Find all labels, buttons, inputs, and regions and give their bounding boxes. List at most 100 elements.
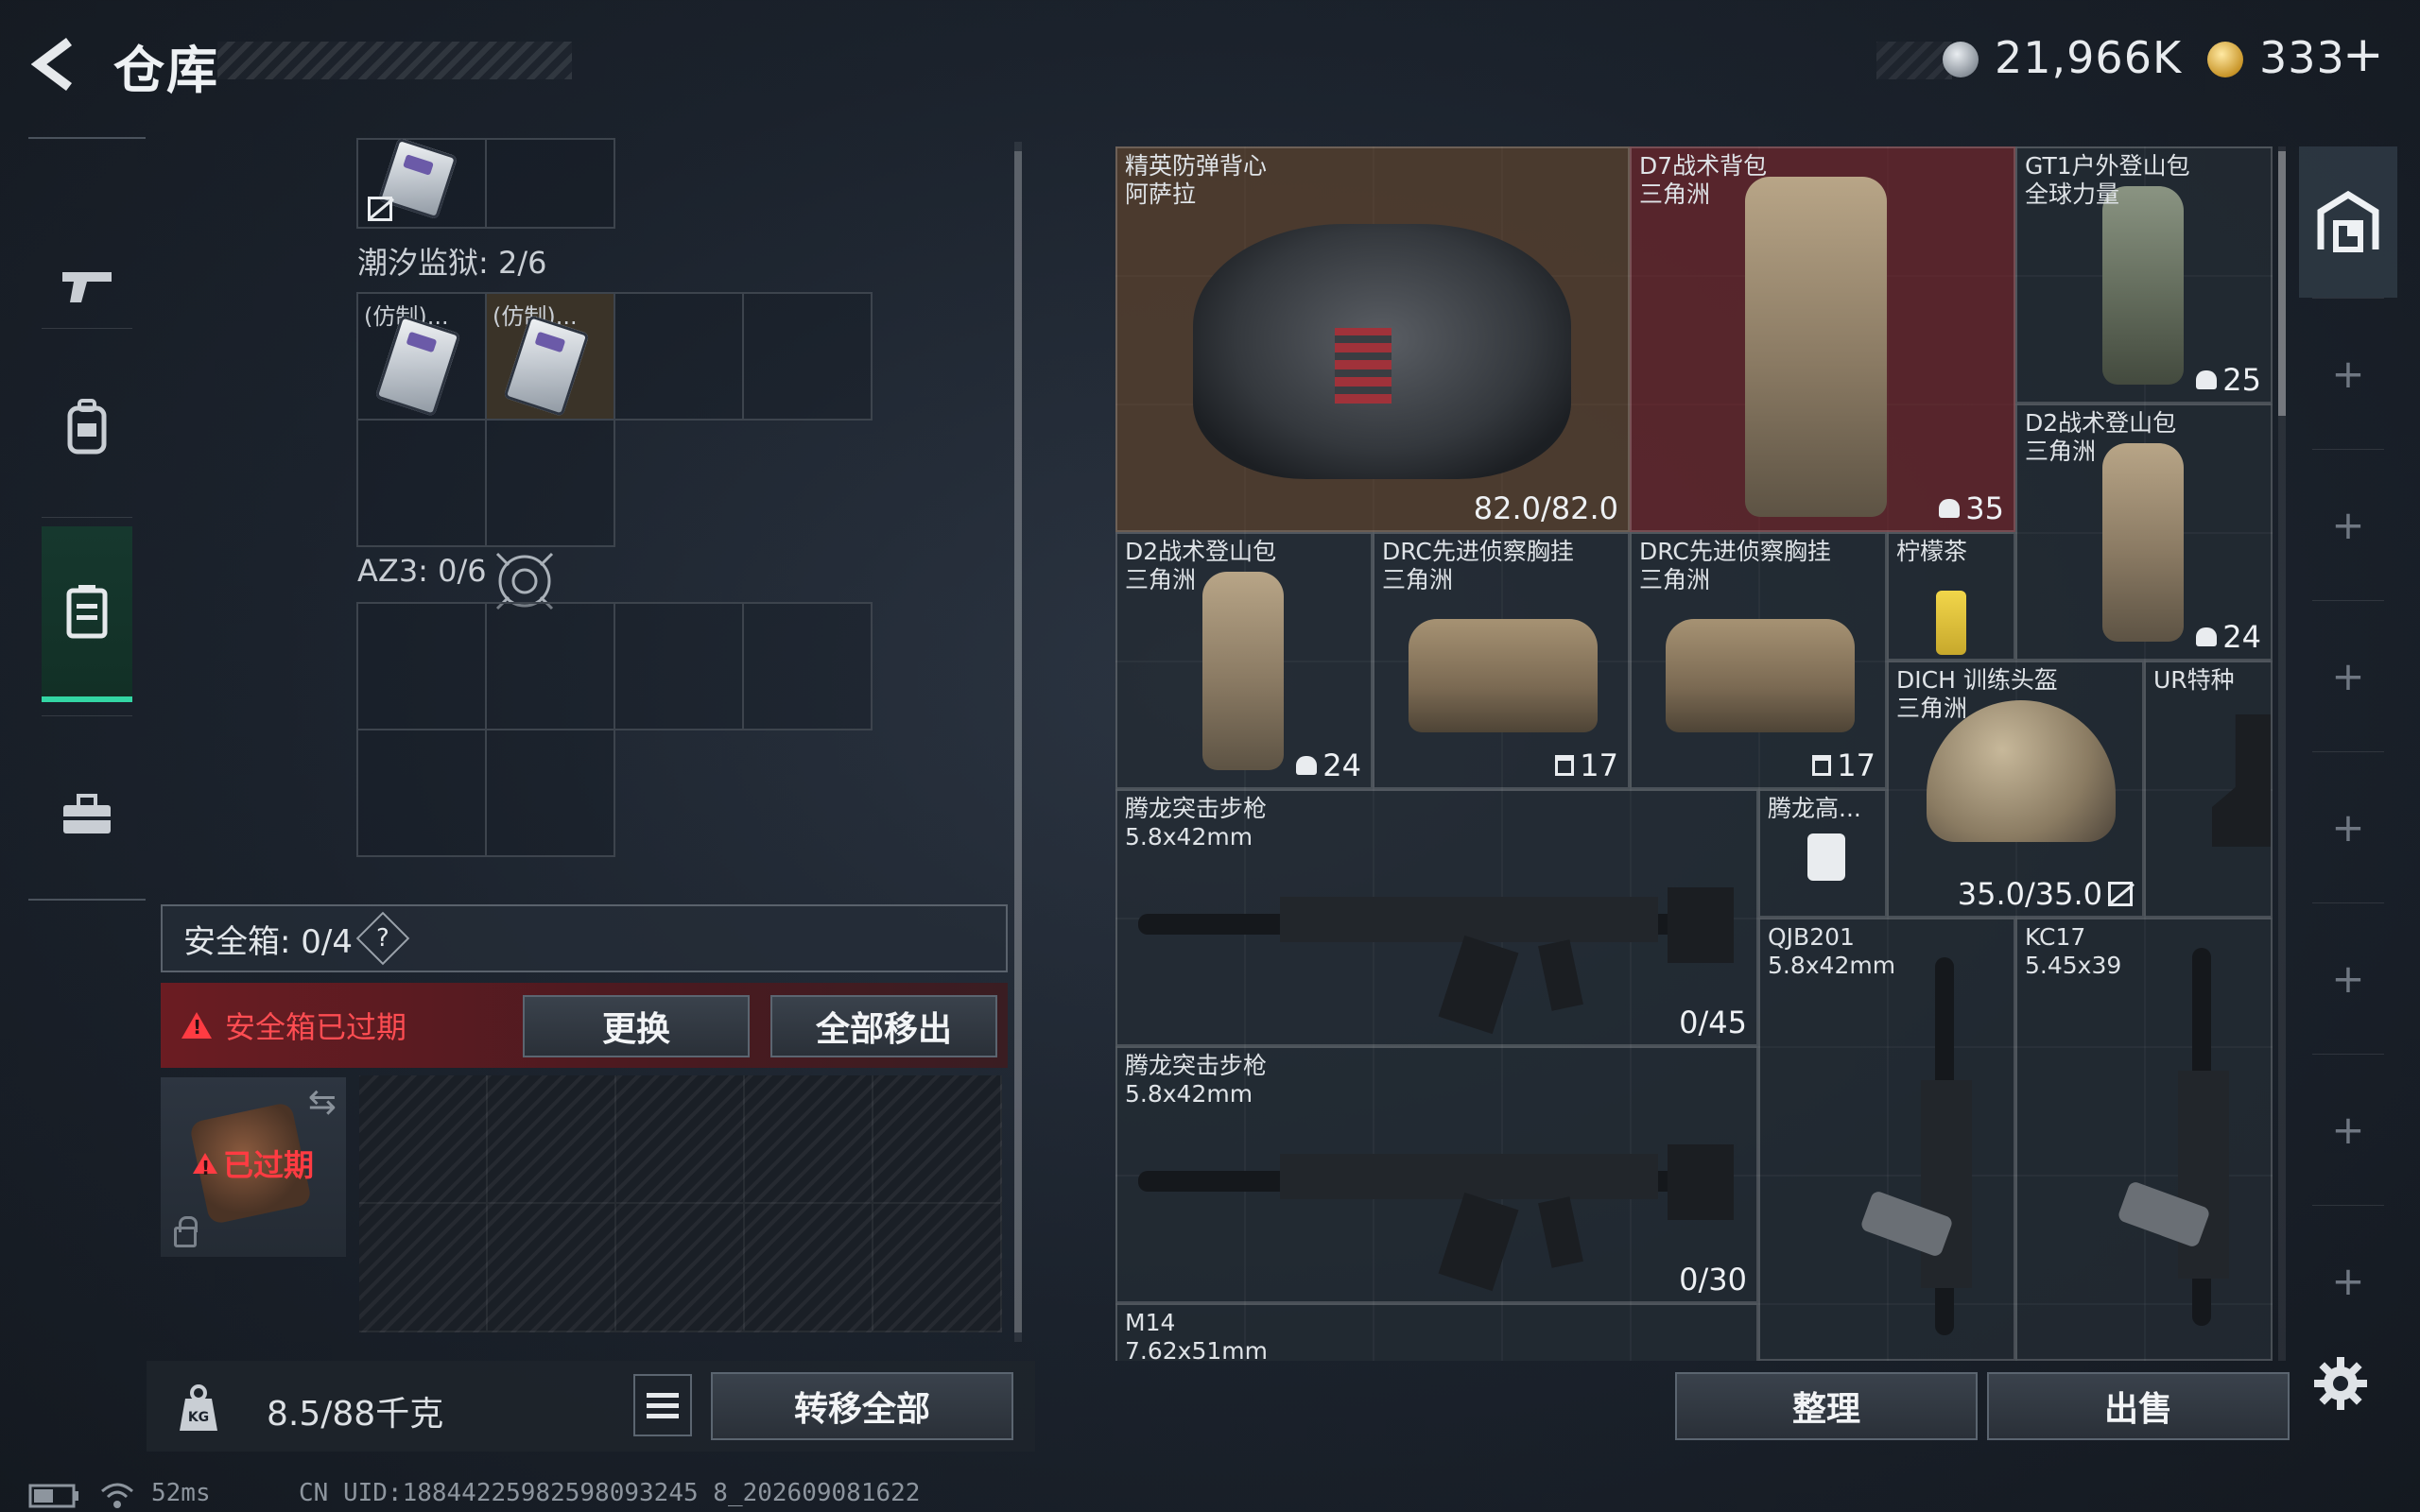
add-gold-button[interactable]: +	[2342, 26, 2384, 83]
add-tab-button[interactable]: +	[2299, 751, 2397, 902]
battery-icon	[28, 1484, 81, 1512]
warning-icon	[182, 1012, 212, 1039]
drink-can-art	[1936, 591, 1966, 655]
back-arrow-icon	[31, 38, 72, 91]
sort-button[interactable]: 整理	[1675, 1372, 1978, 1440]
capacity-icon	[2196, 627, 2218, 646]
stash-item-d7-backpack[interactable]: D7战术背包 三角洲 35	[1630, 146, 2015, 532]
replace-button[interactable]: 更换	[523, 995, 750, 1057]
safe-box-grid-locked	[359, 1075, 1002, 1332]
empty-slot[interactable]	[614, 292, 744, 421]
gold-currency-value: 333	[2259, 32, 2345, 83]
stash-item-gt1-backpack[interactable]: GT1户外登山包 全球力量 25	[2015, 146, 2273, 404]
stash-item-qjb201[interactable]: QJB201 5.8x42mm	[1758, 918, 2015, 1361]
chest-rig-art	[1409, 619, 1598, 732]
settings-button[interactable]	[2307, 1349, 2375, 1418]
capacity-icon	[1296, 756, 1318, 775]
rifle-art	[1138, 1125, 1743, 1292]
empty-slot[interactable]	[614, 602, 744, 730]
empty-slot[interactable]	[485, 138, 615, 229]
empty-slot[interactable]	[742, 602, 873, 730]
remove-all-button[interactable]: 全部移出	[770, 995, 997, 1057]
access-card-slot[interactable]: (仿制)...	[356, 292, 487, 421]
nav-inventory[interactable]	[28, 725, 146, 904]
currency-decoration	[1876, 42, 1952, 79]
expired-tag: 已过期	[193, 1142, 314, 1185]
stash-item-ur-stock[interactable]: UR特种	[2144, 661, 2273, 918]
add-tab-button[interactable]: +	[2299, 902, 2397, 1054]
list-view-button[interactable]	[633, 1374, 692, 1436]
gold-coin-icon	[2207, 42, 2243, 77]
stash-item-drc-chest-rig[interactable]: DRC先进侦察胸挂 三角洲 17	[1630, 532, 1887, 789]
safe-box-slot[interactable]: ⇆ 已过期	[161, 1077, 346, 1257]
weight-icon: KG	[161, 1370, 236, 1446]
stash-item-tenglong-rifle[interactable]: 腾龙突击步枪 5.8x42mm 0/45	[1115, 789, 1758, 1046]
stash-item-d2-backpack[interactable]: D2战术登山包 三角洲 24	[2015, 404, 2273, 661]
backpack-art	[2102, 186, 2184, 385]
empty-slot[interactable]	[356, 419, 487, 547]
silver-currency-value: 21,966K	[1995, 32, 2183, 83]
stock-art	[2212, 714, 2271, 847]
stash-panel: 精英防弹背心 阿萨拉 82.0/82.0 D7战术背包 三角洲 35 GT1户外…	[1115, 146, 2273, 1361]
ammo-count: 0/45	[1679, 1005, 1747, 1040]
stash-scrollbar-thumb[interactable]	[2278, 151, 2286, 416]
no-durability-icon	[368, 197, 392, 221]
nav-equipment[interactable]	[28, 337, 146, 517]
stash-tab-main[interactable]	[2299, 146, 2397, 298]
stash-item-d2-backpack[interactable]: D2战术登山包 三角洲 24	[1115, 532, 1373, 789]
add-tab-button[interactable]: +	[2299, 298, 2397, 449]
empty-slot[interactable]	[485, 602, 615, 730]
empty-slot[interactable]	[356, 602, 487, 730]
empty-slot[interactable]	[356, 729, 487, 857]
stash-item-kc17[interactable]: KC17 5.45x39	[2015, 918, 2273, 1361]
uid-text: CN UID:18844225982598093245 8_2026090816…	[299, 1479, 921, 1507]
nav-container[interactable]	[42, 526, 132, 702]
stash-item-drc-chest-rig[interactable]: DRC先进侦察胸挂 三角洲 17	[1373, 532, 1630, 789]
silver-coin-icon	[1943, 42, 1979, 77]
empty-slot[interactable]	[742, 292, 873, 421]
rifle-art	[2117, 948, 2263, 1335]
back-button[interactable]	[26, 34, 83, 94]
attachment-art	[1807, 833, 1845, 881]
access-card-slot[interactable]: (仿制)...	[485, 292, 615, 421]
capacity-icon	[1555, 755, 1575, 776]
add-tab-button[interactable]: +	[2299, 1054, 2397, 1205]
help-button[interactable]: ?	[355, 911, 410, 966]
safe-box-header: 安全箱: 0/4 ?	[161, 904, 1008, 972]
durability-value: 35.0/35.0	[1957, 876, 2102, 912]
add-tab-button[interactable]: +	[2299, 1205, 2397, 1356]
safe-box-capacity: 安全箱: 0/4	[183, 922, 353, 961]
stash-item-lemon-tea[interactable]: 柠檬茶	[1887, 532, 2015, 661]
add-tab-button[interactable]: +	[2299, 449, 2397, 600]
gun-icon	[62, 272, 112, 302]
prison-container-label: 潮汐监狱: 2/6	[357, 245, 547, 281]
lock-icon	[174, 1216, 198, 1247]
sell-button[interactable]: 出售	[1987, 1372, 2290, 1440]
az3-container-label: AZ3: 0/6	[357, 553, 487, 589]
gear-icon	[2314, 1357, 2367, 1410]
no-repair-icon	[2108, 882, 2133, 906]
add-tab-button[interactable]: +	[2299, 600, 2397, 751]
container-icon	[66, 585, 108, 639]
empty-slot[interactable]	[485, 729, 615, 857]
empty-slot[interactable]	[485, 419, 615, 547]
stash-item-tenglong-rifle[interactable]: 腾龙突击步枪 5.8x42mm 0/30	[1115, 1046, 1758, 1303]
weight-value: 8.5/88千克	[267, 1395, 444, 1434]
swap-icon[interactable]: ⇆	[308, 1083, 337, 1122]
transfer-all-button[interactable]: 转移全部	[711, 1372, 1013, 1440]
stash-item-m14[interactable]: M14 7.62x51mm	[1115, 1303, 1758, 1361]
stash-item-vest[interactable]: 精英防弹背心 阿萨拉 82.0/82.0	[1115, 146, 1630, 532]
kg-weight-icon: KG	[180, 1384, 217, 1431]
top-container-grid	[356, 137, 872, 229]
backpack-scrollbar-thumb[interactable]	[1014, 151, 1022, 1332]
backpack-icon	[67, 399, 107, 455]
capacity-icon	[1812, 755, 1832, 776]
item-card-slot[interactable]	[356, 137, 487, 229]
stash-tabs: + + + + + + +	[2299, 146, 2397, 1361]
stash-item-tenglong-part[interactable]: 腾龙高...	[1758, 789, 1887, 918]
stash-item-dich-helmet[interactable]: DICH 训练头盔 三角洲 35.0/35.0	[1887, 661, 2144, 918]
prison-container-grid: (仿制)... (仿制)...	[356, 292, 873, 547]
capacity-icon	[2196, 370, 2218, 389]
page-title: 仓库	[113, 41, 219, 100]
svg-text:KG: KG	[188, 1410, 209, 1425]
